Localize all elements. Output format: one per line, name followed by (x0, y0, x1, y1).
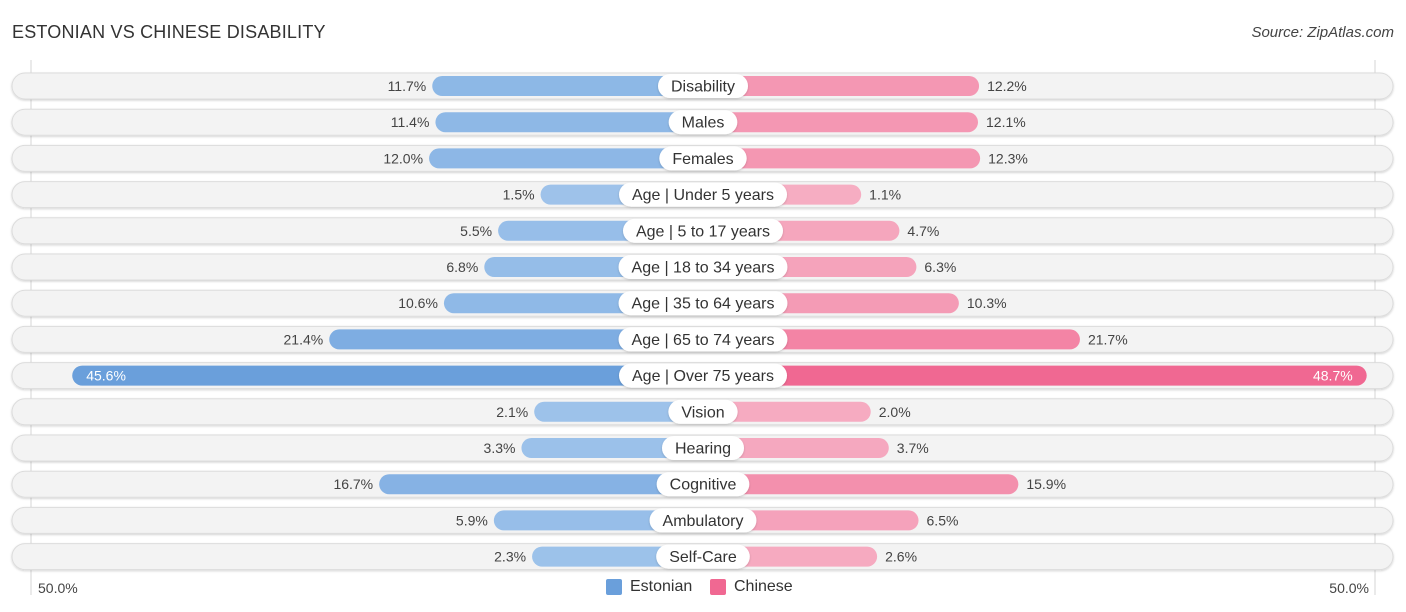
value-label-estonian: 16.7% (333, 476, 373, 492)
value-label-estonian: 2.1% (496, 404, 528, 420)
value-label-chinese: 3.7% (897, 440, 929, 456)
legend-swatch-chinese (710, 579, 726, 595)
category-label: Cognitive (670, 477, 737, 494)
value-label-chinese: 1.1% (869, 187, 901, 203)
value-label-estonian: 5.9% (456, 512, 488, 528)
category-label: Age | Under 5 years (632, 187, 774, 204)
value-label-estonian: 3.3% (484, 440, 516, 456)
value-label-chinese: 12.1% (986, 114, 1026, 130)
category-label: Vision (681, 404, 724, 421)
legend-label-chinese: Chinese (734, 578, 793, 595)
bar-estonian (379, 474, 703, 495)
bar-estonian (72, 365, 703, 386)
value-label-estonian: 2.3% (494, 549, 526, 565)
legend-item-estonian[interactable]: Estonian (606, 578, 692, 596)
legend-item-chinese[interactable]: Chinese (710, 578, 793, 596)
bar-row[interactable]: 1.5% 1.1% Age | Under 5 years (11, 181, 1394, 209)
bar-chinese (703, 474, 1019, 495)
bar-row[interactable]: 2.1% 2.0% Vision (11, 398, 1394, 426)
value-label-chinese: 10.3% (967, 295, 1007, 311)
bar-row[interactable]: 3.3% 3.7% Hearing (11, 434, 1394, 462)
value-label-estonian: 10.6% (398, 295, 438, 311)
value-label-estonian: 1.5% (503, 187, 535, 203)
value-label-estonian: 21.4% (284, 331, 324, 347)
value-label-estonian: 11.7% (388, 78, 427, 94)
value-label-chinese: 2.6% (885, 549, 917, 565)
category-label: Disability (671, 79, 735, 96)
bar-row[interactable]: 6.8% 6.3% Age | 18 to 34 years (11, 253, 1394, 281)
category-label: Age | 35 to 64 years (632, 296, 775, 313)
value-label-estonian: 5.5% (460, 223, 492, 239)
value-label-estonian: 6.8% (446, 259, 478, 275)
value-label-chinese: 4.7% (907, 223, 939, 239)
bar-row[interactable]: 10.6% 10.3% Age | 35 to 64 years (11, 289, 1394, 317)
value-label-chinese: 12.3% (988, 150, 1028, 166)
value-label-chinese: 2.0% (879, 404, 911, 420)
value-label-chinese: 15.9% (1026, 476, 1066, 492)
bar-row[interactable]: 45.6% 48.7% Age | Over 75 years (11, 362, 1394, 390)
category-label: Hearing (675, 441, 731, 458)
value-label-chinese: 12.2% (987, 78, 1027, 94)
legend-swatch-estonian (606, 579, 622, 595)
category-label: Age | Over 75 years (632, 368, 774, 385)
value-label-chinese: 6.5% (927, 512, 959, 528)
legend-label-estonian: Estonian (630, 578, 693, 595)
bar-row[interactable]: 16.7% 15.9% Cognitive (11, 470, 1394, 498)
bar-row[interactable]: 5.9% 6.5% Ambulatory (11, 506, 1394, 534)
diverging-bar-chart: 11.7% 12.2% Disability 11.4% 12.1% Males 12.0%… (11, 60, 1394, 595)
category-label: Age | 5 to 17 years (636, 223, 770, 240)
value-label-estonian: 12.0% (383, 150, 423, 166)
category-label: Males (682, 115, 725, 132)
bar-row[interactable]: 12.0% 12.3% Females (11, 144, 1394, 172)
category-label: Age | 18 to 34 years (632, 260, 775, 277)
bar-estonian (435, 112, 703, 133)
category-label: Age | 65 to 74 years (632, 332, 775, 349)
category-label: Females (672, 151, 733, 168)
bar-row[interactable]: 5.5% 4.7% Age | 5 to 17 years (11, 217, 1394, 245)
value-label-chinese: 21.7% (1088, 331, 1128, 347)
bar-chinese (703, 365, 1367, 386)
bar-row[interactable]: 2.3% 2.6% Self-Care (11, 543, 1394, 571)
value-label-chinese: 6.3% (924, 259, 956, 275)
value-label-estonian: 45.6% (86, 368, 126, 384)
legend: Estonian Chinese (0, 578, 1406, 598)
category-label: Self-Care (669, 549, 737, 566)
bar-row[interactable]: 21.4% 21.7% Age | 65 to 74 years (11, 325, 1394, 353)
value-label-chinese: 48.7% (1313, 368, 1353, 384)
bar-row[interactable]: 11.4% 12.1% Males (11, 108, 1394, 136)
bar-chinese (703, 112, 979, 133)
bar-row[interactable]: 11.7% 12.2% Disability (11, 72, 1394, 100)
category-label: Ambulatory (663, 513, 744, 530)
value-label-estonian: 11.4% (391, 114, 430, 130)
